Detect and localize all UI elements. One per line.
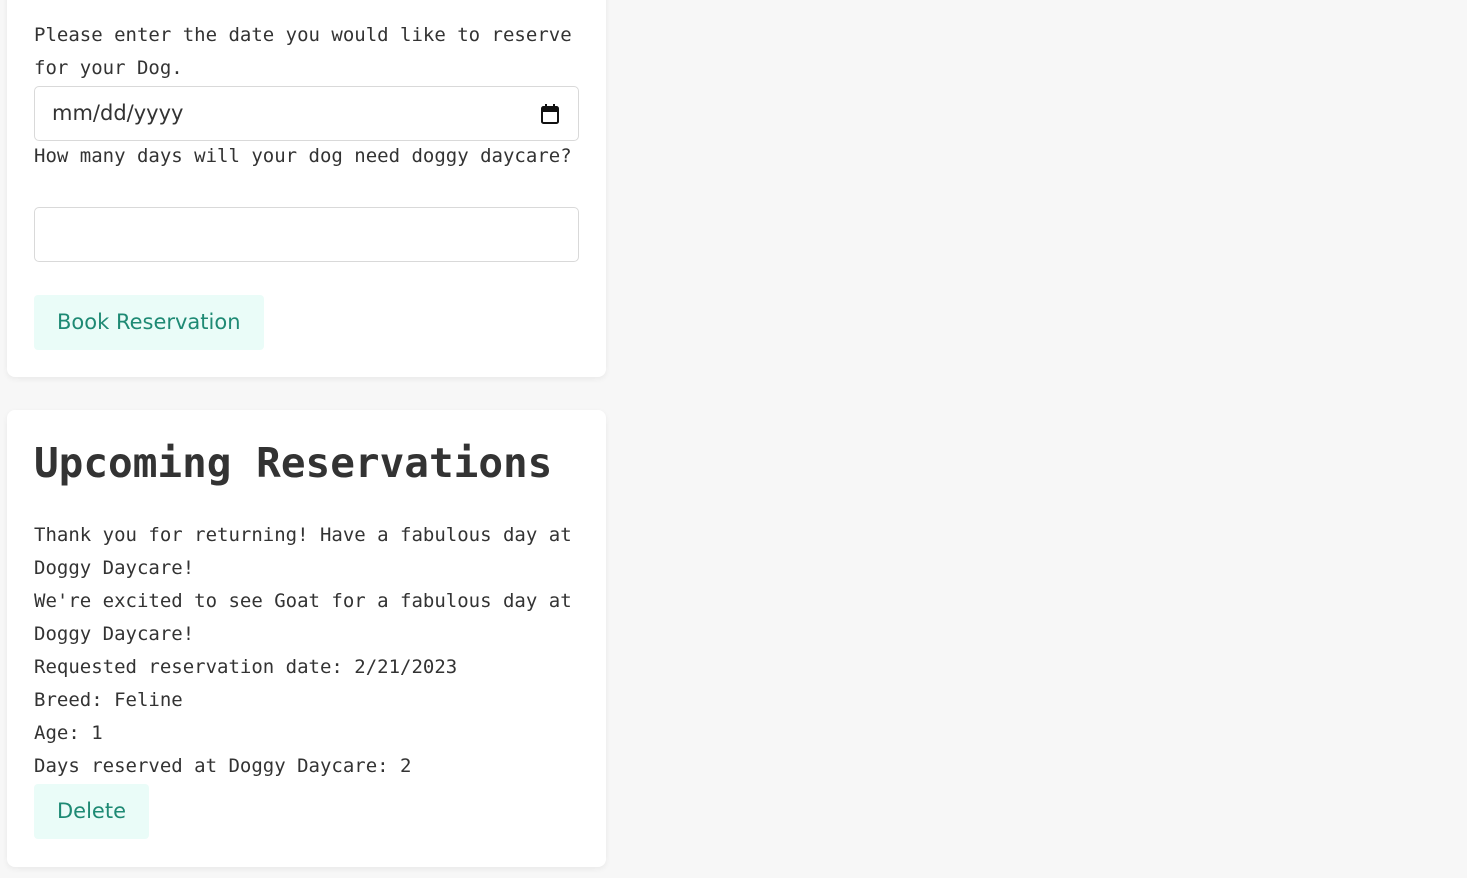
reservation-form-card: Please enter the date you would like to …: [7, 0, 606, 377]
breed: Breed: Feline: [34, 689, 183, 711]
calendar-icon[interactable]: [541, 104, 559, 124]
delete-button[interactable]: Delete: [34, 784, 149, 839]
excited-message: We're excited to see Goat for a fabulous…: [34, 590, 572, 645]
requested-date: Requested reservation date: 2/21/2023: [34, 656, 458, 678]
upcoming-reservations-card: Upcoming Reservations Thank you for retu…: [7, 410, 606, 867]
book-reservation-button[interactable]: Book Reservation: [34, 295, 264, 350]
date-label: Please enter the date you would like to …: [34, 24, 572, 79]
date-placeholder: mm/dd/yyyy: [52, 101, 184, 125]
days-input[interactable]: [34, 207, 579, 262]
date-input[interactable]: mm/dd/yyyy: [34, 86, 579, 141]
days-label: How many days will your dog need doggy d…: [34, 145, 572, 167]
age: Age: 1: [34, 722, 103, 744]
returning-message: Thank you for returning! Have a fabulous…: [34, 524, 572, 579]
upcoming-reservations-title: Upcoming Reservations: [34, 439, 553, 487]
days-reserved: Days reserved at Doggy Daycare: 2: [34, 755, 412, 777]
